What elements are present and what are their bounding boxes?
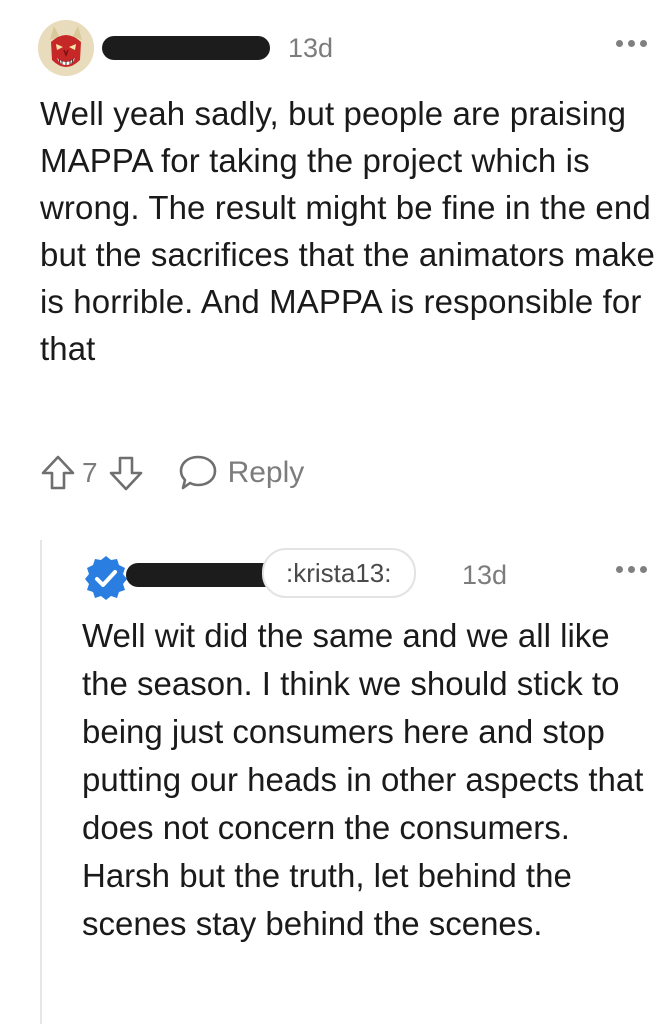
reply-timestamp: 13d xyxy=(462,560,508,590)
reply-label: Reply xyxy=(227,456,305,489)
upvote-button[interactable] xyxy=(36,451,80,495)
redacted-username xyxy=(126,563,284,587)
more-options-icon xyxy=(612,556,650,582)
comment-body: Well yeah sadly, but people are praising… xyxy=(40,95,655,367)
more-options-icon xyxy=(612,30,650,56)
downvote-button[interactable] xyxy=(104,451,148,495)
vote-count: 7 xyxy=(82,457,98,488)
verified-avatar[interactable] xyxy=(82,554,130,602)
speech-bubble-icon xyxy=(176,451,220,495)
user-avatar[interactable] xyxy=(38,20,94,76)
comment-actions: 7 Reply xyxy=(36,448,304,498)
redacted-username xyxy=(102,36,270,60)
reply-body: Well wit did the same and we all like th… xyxy=(82,617,644,942)
thread-line[interactable] xyxy=(40,540,42,1024)
more-options-button[interactable] xyxy=(612,30,650,56)
more-options-button[interactable] xyxy=(612,556,650,582)
downvote-arrow-icon xyxy=(109,456,142,491)
verified-badge-icon xyxy=(85,556,127,600)
reply-button[interactable]: Reply xyxy=(176,451,305,495)
comment-timestamp: 13d xyxy=(288,33,334,63)
upvote-arrow-icon xyxy=(41,455,75,490)
user-flair: :krista13: xyxy=(262,548,416,598)
oni-mask-icon xyxy=(38,20,94,76)
